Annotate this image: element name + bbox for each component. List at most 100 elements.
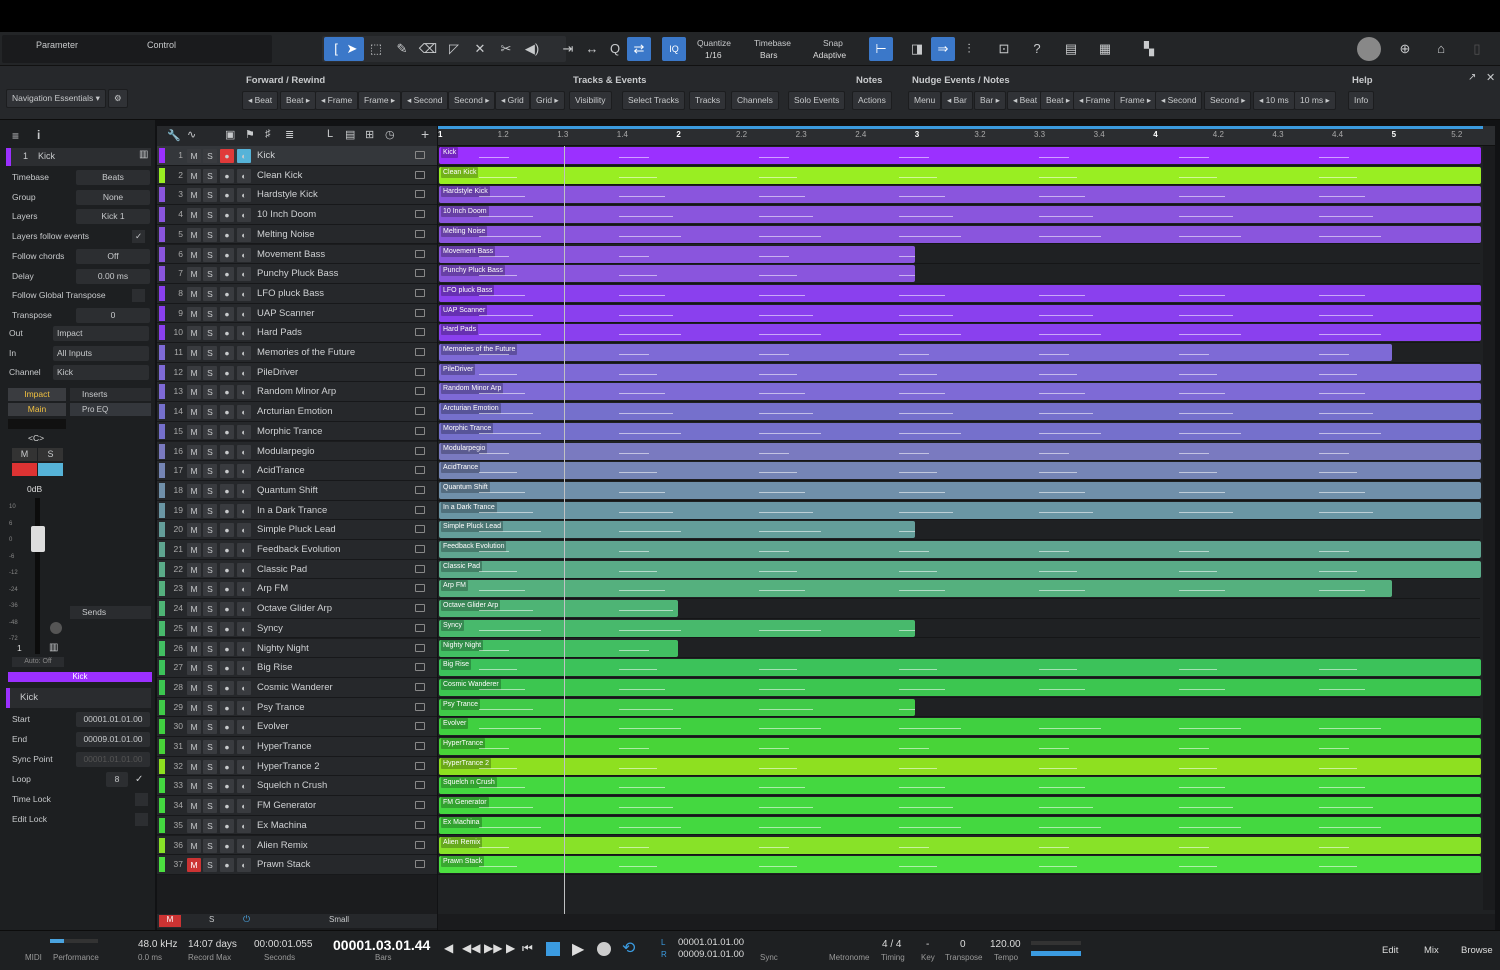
track-name[interactable]: PileDriver [257, 363, 298, 382]
inspector-track-header[interactable]: 1 Kick ▥ [6, 148, 151, 166]
record-arm-button[interactable]: ● [220, 759, 234, 774]
wrench-icon[interactable]: 🔧 [167, 129, 181, 142]
mute-button[interactable]: M [187, 582, 201, 597]
record-arm-button[interactable]: ● [220, 227, 234, 242]
zoom-fit-icon[interactable]: ⇥ [556, 37, 580, 61]
loop-follows-icon[interactable]: ◨ [905, 37, 929, 61]
automation-mode[interactable]: Auto: Off [12, 657, 64, 667]
keyboard-icon[interactable] [415, 840, 425, 849]
macro-button[interactable]: Frame ▸ [358, 91, 402, 110]
track-color[interactable] [159, 542, 165, 557]
monitor-button[interactable]: ◐ [237, 168, 251, 183]
track-lane[interactable]: Nighty Night [438, 639, 1480, 659]
track-color[interactable] [159, 345, 165, 360]
monitor-button[interactable]: ◐ [237, 464, 251, 479]
keyboard-icon[interactable] [415, 722, 425, 731]
record-arm-button[interactable]: ● [220, 523, 234, 538]
monitor-button[interactable]: ◐ [237, 247, 251, 262]
track-lane[interactable]: Memories of the Future [438, 343, 1480, 363]
solo-button[interactable]: S [203, 483, 217, 498]
chord-icon[interactable]: ♯ [265, 128, 271, 140]
track-lane[interactable]: Melting Noise [438, 225, 1481, 245]
channel-instrument[interactable]: Impact [8, 388, 66, 401]
record-arm-button[interactable]: ● [220, 483, 234, 498]
global-solo-button[interactable]: S [209, 915, 214, 924]
inspector-row-value[interactable]: Kick 1 [76, 209, 150, 225]
macro-button[interactable]: Menu [908, 91, 942, 110]
mute-button[interactable]: M [187, 799, 201, 814]
mute-button[interactable]: M [187, 346, 201, 360]
mute-button[interactable]: M [187, 680, 201, 695]
master-volume[interactable] [1031, 951, 1081, 956]
track-lane[interactable]: Alien Remix [438, 836, 1481, 856]
track-header[interactable]: 14 M S ● ◐ Arcturian Emotion [157, 402, 437, 422]
solo-button[interactable]: S [203, 720, 217, 735]
track-name[interactable]: Punchy Pluck Bass [257, 264, 338, 283]
track-lane[interactable]: Arcturian Emotion [438, 402, 1481, 422]
solo-button[interactable]: S [203, 779, 217, 794]
listen-tool-icon[interactable]: ◀) [520, 37, 544, 61]
track-header[interactable]: 15 M S ● ◐ Morphic Trance [157, 421, 437, 442]
track-header[interactable]: 36 M S ● ◐ Alien Remix [157, 835, 437, 856]
track-color[interactable] [159, 305, 165, 321]
metronome-label[interactable]: Metronome [829, 953, 869, 962]
monitor-button[interactable]: ◐ [237, 346, 251, 360]
monitor-button[interactable]: ◐ [237, 543, 251, 557]
solo-button[interactable]: S [203, 641, 217, 656]
track-lane[interactable]: Big Rise [438, 658, 1481, 678]
event-clip[interactable]: Arp FM [439, 580, 1393, 598]
track-lane[interactable]: Clean Kick [438, 166, 1481, 186]
event-clip[interactable]: HyperTrance [439, 738, 1481, 755]
macro-button[interactable]: Solo Events [788, 91, 846, 110]
automation-icon[interactable]: ∿ [187, 128, 196, 141]
mute-button[interactable]: M [187, 700, 201, 715]
track-name[interactable]: Melting Noise [257, 225, 315, 244]
solo-button[interactable]: S [203, 306, 217, 321]
mute-button[interactable]: M [187, 405, 201, 420]
track-header[interactable]: 35 M S ● ◐ Ex Machina [157, 815, 437, 836]
keyboard-icon[interactable] [415, 229, 425, 238]
track-color[interactable] [159, 285, 165, 301]
track-lane[interactable]: AcidTrance [438, 461, 1481, 481]
event-clip[interactable]: Psy Trance [439, 698, 916, 716]
event-clip[interactable]: Modularpegio [439, 442, 1481, 460]
event-clip[interactable]: Movement Bass [439, 245, 916, 263]
monitor-button[interactable]: ◐ [237, 621, 251, 636]
track-header[interactable]: 16 M S ● ◐ Modularpegio [157, 441, 437, 462]
event-clip[interactable]: Melting Noise [439, 225, 1481, 243]
grid-icon[interactable]: ▦ [1093, 37, 1117, 61]
macro-button[interactable]: ◂ Second [1155, 91, 1203, 110]
track-color[interactable] [159, 561, 165, 577]
keyboard-icon[interactable]: ▥ [49, 642, 58, 653]
track-header[interactable]: 17 M S ● ◐ AcidTrance [157, 461, 437, 481]
event-clip[interactable]: Morphic Trance [439, 422, 1481, 440]
keyboard-icon[interactable] [415, 682, 425, 691]
pan-slider[interactable] [8, 419, 66, 429]
solo-button[interactable]: S [203, 188, 217, 203]
track-lane[interactable]: Octave Glider Arp [438, 599, 1480, 619]
edit-lock-checkbox[interactable] [135, 813, 148, 826]
record-arm-button[interactable]: ● [220, 858, 234, 873]
layout-icon[interactable]: ▚ [1137, 37, 1161, 61]
keyboard-icon[interactable] [415, 525, 425, 534]
keyboard-icon[interactable] [415, 446, 425, 455]
record-arm-button[interactable]: ● [220, 680, 234, 695]
loop-end[interactable]: 00009.01.01.00 [678, 949, 744, 960]
monitor-button[interactable]: ◐ [237, 523, 251, 538]
avatar[interactable] [1357, 37, 1381, 61]
record-arm-button[interactable]: ● [220, 720, 234, 735]
keyboard-icon[interactable]: ▥ [139, 149, 148, 160]
solo-button[interactable]: S [203, 326, 217, 341]
track-header[interactable]: 22 M S ● ◐ Classic Pad [157, 559, 437, 580]
track-header[interactable]: 31 M S ● ◐ HyperTrance [157, 737, 437, 757]
track-lane[interactable]: PileDriver [438, 363, 1481, 383]
keyboard-icon[interactable] [415, 426, 425, 435]
track-color[interactable] [159, 502, 165, 518]
track-name[interactable]: Memories of the Future [257, 343, 355, 362]
track-lane[interactable]: HyperTrance 2 [438, 757, 1481, 777]
track-color[interactable] [159, 837, 165, 853]
mute-button[interactable]: M [187, 779, 201, 794]
solo-button[interactable]: S [203, 267, 217, 282]
mute-button[interactable]: M [187, 168, 201, 183]
mute-button[interactable]: M [187, 208, 201, 223]
